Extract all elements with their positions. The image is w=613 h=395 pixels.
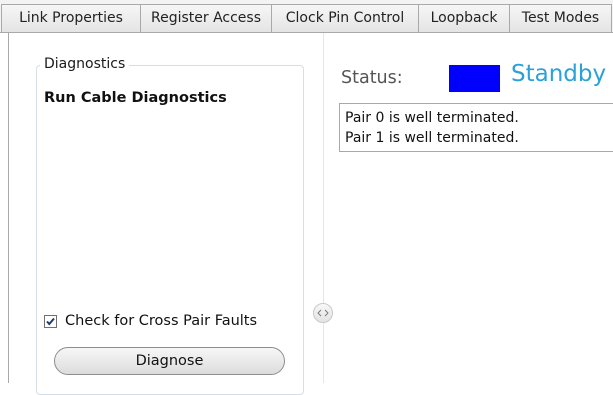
checkmark-icon xyxy=(46,317,55,326)
tab-register-access[interactable]: Register Access xyxy=(140,4,272,32)
tab-underline xyxy=(0,32,613,33)
tab-link-properties[interactable]: Link Properties xyxy=(1,4,141,32)
run-cable-diagnostics-title: Run Cable Diagnostics xyxy=(44,90,227,106)
tab-test-modes[interactable]: Test Modes xyxy=(509,4,612,32)
cross-pair-label[interactable]: Check for Cross Pair Faults xyxy=(65,313,257,329)
splitter-line xyxy=(323,33,324,383)
cross-pair-checkbox[interactable] xyxy=(44,314,57,328)
tab-bar: Link Properties Register Access Clock Pi… xyxy=(0,0,613,33)
panel-left-border xyxy=(8,33,9,383)
cross-pair-checkbox-row[interactable]: Check for Cross Pair Faults xyxy=(44,312,257,330)
results-textbox[interactable]: Pair 0 is well terminated. Pair 1 is wel… xyxy=(339,103,613,152)
collapse-expand-icon xyxy=(317,309,329,317)
tab-loopback[interactable]: Loopback xyxy=(418,4,510,32)
results-line: Pair 1 is well terminated. xyxy=(345,130,519,146)
diagnostics-group-label: Diagnostics xyxy=(40,56,130,72)
status-indicator xyxy=(449,65,500,92)
splitter-handle[interactable] xyxy=(313,303,333,323)
tab-clock-pin-control[interactable]: Clock Pin Control xyxy=(271,4,419,32)
status-label: Status: xyxy=(341,68,403,88)
diagnose-button[interactable]: Diagnose xyxy=(54,347,285,375)
status-value: Standby xyxy=(511,61,607,87)
diagnostics-groupbox xyxy=(36,65,304,395)
results-line: Pair 0 is well terminated. xyxy=(345,110,519,126)
